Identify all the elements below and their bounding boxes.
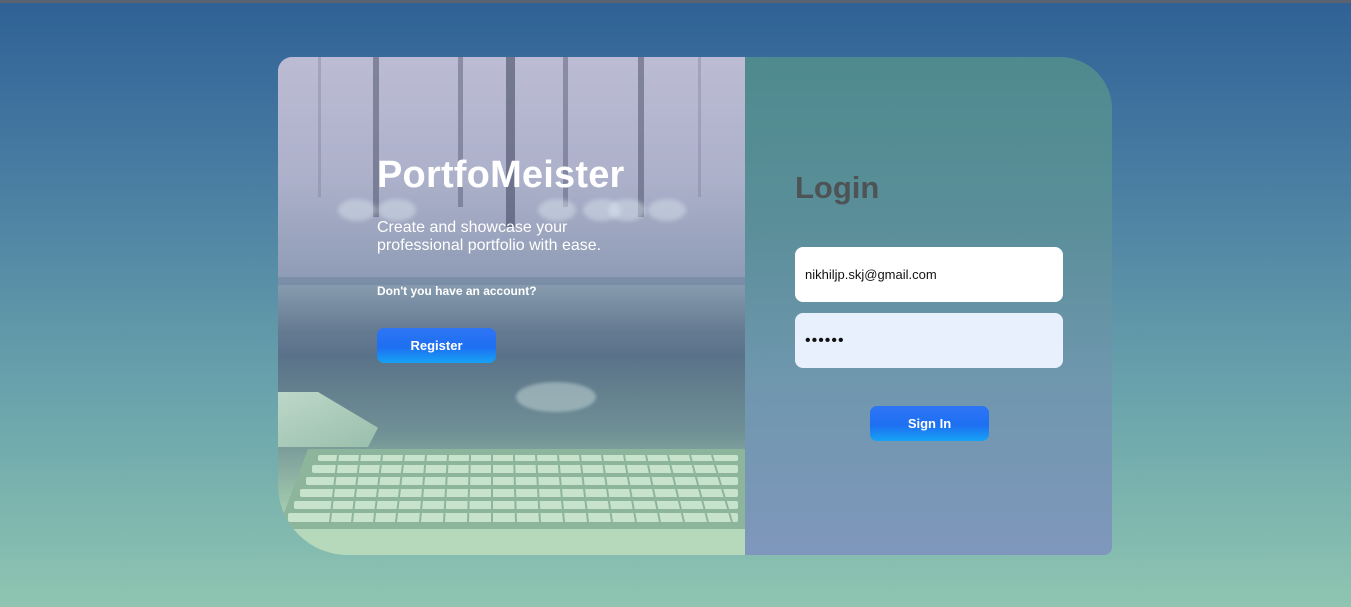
register-button[interactable]: Register <box>377 328 496 363</box>
hero-panel: PortfoMeister Create and showcase your p… <box>278 57 745 555</box>
email-field[interactable] <box>795 247 1063 302</box>
login-card: PortfoMeister Create and showcase your p… <box>278 57 1112 555</box>
login-title: Login <box>795 170 880 205</box>
hero-content: PortfoMeister Create and showcase your p… <box>377 153 677 363</box>
brand-title: PortfoMeister <box>377 154 625 196</box>
sign-in-button[interactable]: Sign In <box>870 406 989 441</box>
tablet-shape <box>278 392 378 447</box>
brand-tagline: Create and showcase your professional po… <box>377 219 602 254</box>
browser-top-edge <box>0 0 1351 3</box>
login-panel: Login Sign In <box>745 57 1112 555</box>
password-field[interactable] <box>795 313 1063 368</box>
register-prompt: Don't you have an account? <box>377 284 537 298</box>
keyboard-image <box>278 449 745 555</box>
cup-blur <box>516 382 596 412</box>
